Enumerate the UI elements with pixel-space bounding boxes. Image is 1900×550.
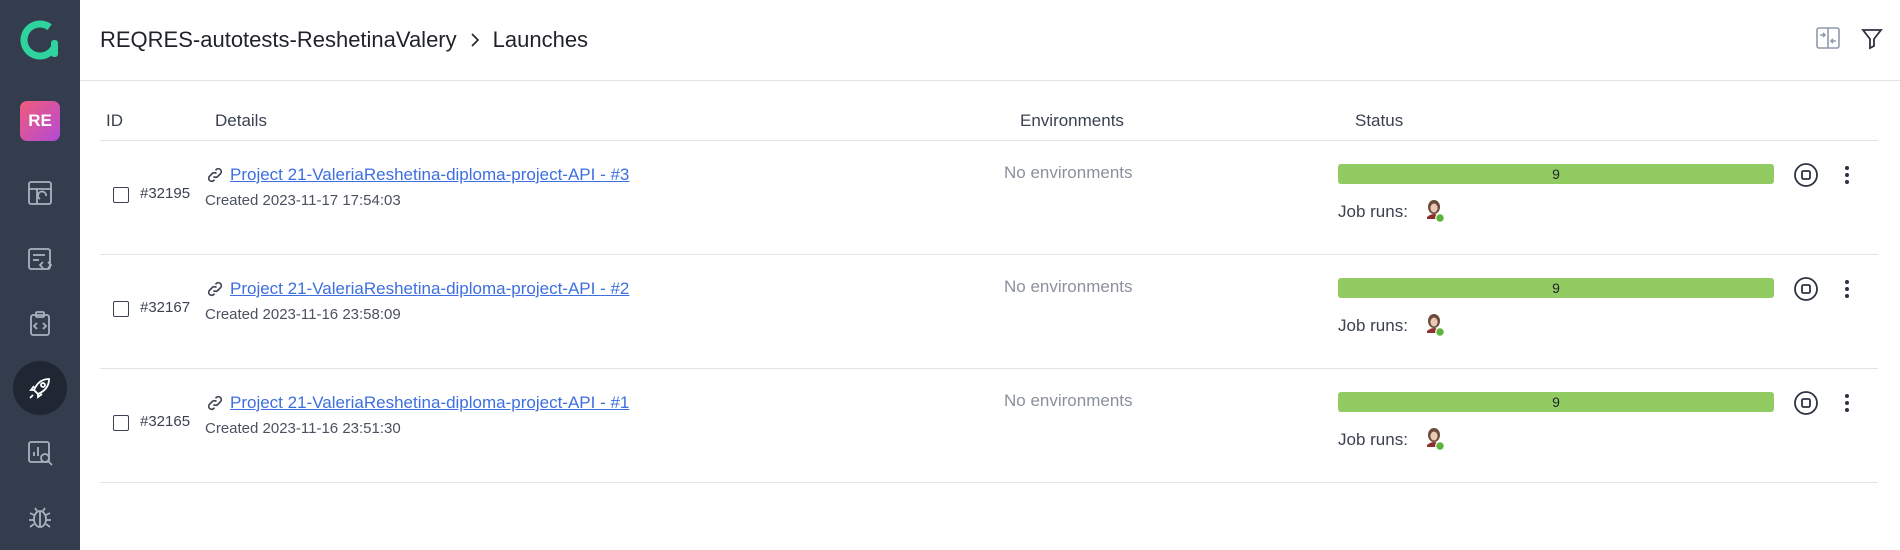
launch-id: #32165 — [140, 413, 191, 430]
stop-launch-icon[interactable] — [1792, 275, 1820, 303]
filter-button[interactable] — [1854, 20, 1890, 56]
job-run-avatar[interactable] — [1424, 197, 1448, 225]
status-bar-count: 9 — [1552, 280, 1560, 296]
compare-icon — [1816, 27, 1840, 49]
row-checkbox[interactable] — [113, 415, 129, 431]
job-runs-label: Job runs: — [1338, 430, 1408, 449]
row-checkbox[interactable] — [113, 301, 129, 317]
status-bar[interactable]: 9 — [1338, 278, 1774, 298]
job-runs-label: Job runs: — [1338, 316, 1408, 335]
stop-launch-icon[interactable] — [1792, 389, 1820, 417]
more-actions-icon[interactable] — [1833, 161, 1861, 189]
column-environments: Environments — [1020, 111, 1124, 130]
breadcrumb-project[interactable]: REQRES-autotests-ReshetinaValery — [100, 27, 457, 53]
defects-icon[interactable] — [13, 490, 67, 544]
launch-name-link[interactable]: Project 21-ValeriaReshetina-diploma-proj… — [230, 393, 629, 413]
table-row[interactable]: #32195 Project 21-ValeriaReshetina-diplo… — [100, 141, 1878, 255]
table-header: ID Details Environments Status — [100, 100, 1878, 141]
link-icon — [207, 281, 223, 297]
link-icon — [207, 395, 223, 411]
filter-icon — [1861, 29, 1883, 50]
table-body: #32195 Project 21-ValeriaReshetina-diplo… — [100, 141, 1878, 483]
launches-table: ID Details Environments Status #32195 Pr… — [100, 100, 1878, 483]
page-title: Launches — [492, 27, 589, 52]
status-bar-count: 9 — [1552, 166, 1560, 182]
launch-id: #32195 — [140, 185, 191, 202]
job-run-avatar[interactable] — [1424, 425, 1448, 453]
breadcrumb: REQRES-autotests-ReshetinaValery Launche… — [100, 27, 588, 53]
launch-environments: No environments — [1004, 391, 1133, 410]
job-success-dot — [1435, 327, 1445, 337]
launch-created: Created 2023-11-16 23:58:09 — [205, 306, 401, 323]
column-status: Status — [1355, 111, 1404, 130]
dashboards-icon[interactable] — [13, 166, 67, 220]
launch-name-link[interactable]: Project 21-ValeriaReshetina-diploma-proj… — [230, 279, 629, 299]
job-run-avatar[interactable] — [1424, 311, 1448, 339]
upload-button[interactable] — [1896, 20, 1900, 56]
sidebar: RE — [0, 0, 80, 550]
link-icon — [207, 167, 223, 183]
status-bar[interactable]: 9 — [1338, 392, 1774, 412]
column-details: Details — [215, 111, 267, 130]
test-plans-icon[interactable] — [13, 297, 67, 351]
table-row[interactable]: #32167 Project 21-ValeriaReshetina-diplo… — [100, 255, 1878, 369]
job-success-dot — [1435, 441, 1445, 451]
analytics-icon[interactable] — [13, 426, 67, 480]
row-checkbox[interactable] — [113, 187, 129, 203]
stop-launch-icon[interactable] — [1792, 161, 1820, 189]
chevron-right-icon — [471, 33, 479, 47]
compare-button[interactable] — [1810, 20, 1846, 56]
launch-created: Created 2023-11-16 23:51:30 — [205, 420, 401, 437]
launch-name-link[interactable]: Project 21-ValeriaReshetina-diploma-proj… — [230, 165, 629, 185]
launch-created: Created 2023-11-17 17:54:03 — [205, 192, 401, 209]
launch-id: #32167 — [140, 299, 191, 316]
more-actions-icon[interactable] — [1833, 389, 1861, 417]
more-actions-icon[interactable] — [1833, 275, 1861, 303]
column-id: ID — [106, 111, 123, 130]
page-header: REQRES-autotests-ReshetinaValery Launche… — [80, 0, 1900, 81]
job-runs-label: Job runs: — [1338, 202, 1408, 221]
table-row[interactable]: #32165 Project 21-ValeriaReshetina-diplo… — [100, 369, 1878, 483]
status-bar-count: 9 — [1552, 394, 1560, 410]
job-success-dot — [1435, 213, 1445, 223]
project-avatar[interactable]: RE — [20, 101, 60, 141]
test-cases-icon[interactable] — [13, 232, 67, 286]
launches-icon[interactable] — [13, 361, 67, 415]
status-bar[interactable]: 9 — [1338, 164, 1774, 184]
app-logo[interactable] — [20, 20, 60, 60]
launch-environments: No environments — [1004, 163, 1133, 182]
launch-environments: No environments — [1004, 277, 1133, 296]
